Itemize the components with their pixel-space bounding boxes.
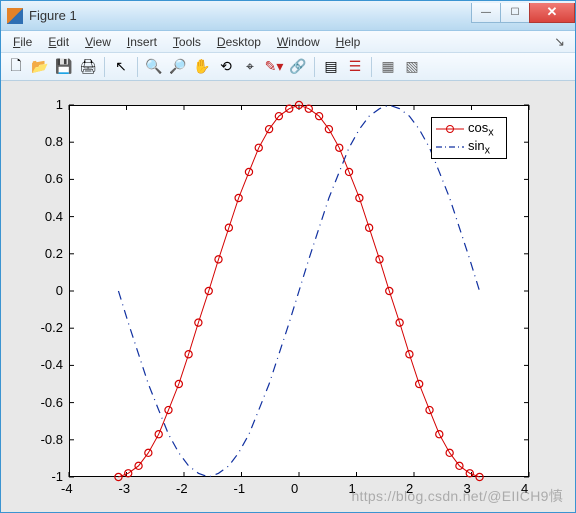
y-tick-label: 1 bbox=[56, 97, 63, 112]
plot-svg bbox=[69, 105, 529, 477]
print-icon[interactable]: 🖨 bbox=[77, 56, 99, 78]
x-tick-label: 2 bbox=[406, 481, 413, 496]
legend-label-sin: sinx bbox=[468, 138, 490, 157]
maximize-button[interactable]: ☐ bbox=[500, 3, 530, 23]
pan-icon[interactable]: ✋ bbox=[191, 56, 213, 78]
y-tick-label: 0 bbox=[56, 283, 63, 298]
minimize-button[interactable]: — bbox=[471, 3, 501, 23]
window-title: Figure 1 bbox=[29, 8, 472, 23]
x-tick-label: 3 bbox=[464, 481, 471, 496]
matlab-icon bbox=[7, 8, 23, 24]
legend-swatch-sin bbox=[436, 140, 464, 154]
menubar: File Edit View Insert Tools Desktop Wind… bbox=[1, 31, 575, 53]
y-tick-label: -0.4 bbox=[41, 357, 63, 372]
y-tick-label: -0.6 bbox=[41, 395, 63, 410]
x-tick-label: -2 bbox=[176, 481, 188, 496]
y-tick-label: 0.4 bbox=[45, 209, 63, 224]
titlebar[interactable]: Figure 1 — ☐ ✕ bbox=[1, 1, 575, 31]
legend-label-cos: cosx bbox=[468, 120, 494, 139]
menu-file[interactable]: File bbox=[5, 33, 40, 51]
new-figure-icon[interactable]: 🗋 bbox=[5, 56, 27, 78]
x-tick-label: 1 bbox=[349, 481, 356, 496]
toolbar: 🗋 📂 💾 🖨 ↖ 🔍 🔎 ✋ ⟲ ⌖ ✎▾ 🔗 ▤ ☰ ▦ ▧ bbox=[1, 53, 575, 81]
menu-edit[interactable]: Edit bbox=[40, 33, 77, 51]
zoom-in-icon[interactable]: 🔍 bbox=[143, 56, 165, 78]
legend[interactable]: cosx sinx bbox=[431, 117, 507, 159]
insert-legend-icon[interactable]: ☰ bbox=[344, 56, 366, 78]
y-tick-label: 0.6 bbox=[45, 171, 63, 186]
x-tick-label: 0 bbox=[291, 481, 298, 496]
y-tick-label: -1 bbox=[51, 469, 63, 484]
save-icon[interactable]: 💾 bbox=[53, 56, 75, 78]
x-tick-label: -3 bbox=[119, 481, 131, 496]
figure-area[interactable]: -4-3-2-101234-1-0.8-0.6-0.4-0.200.20.40.… bbox=[1, 81, 575, 512]
watermark: https://blog.csdn.net/@EIICH9慎 bbox=[351, 486, 563, 506]
menu-view[interactable]: View bbox=[77, 33, 119, 51]
y-tick-label: 0.2 bbox=[45, 246, 63, 261]
menu-tools[interactable]: Tools bbox=[165, 33, 209, 51]
data-cursor-icon[interactable]: ⌖ bbox=[239, 56, 261, 78]
legend-entry-cos[interactable]: cosx bbox=[436, 120, 502, 138]
close-button[interactable]: ✕ bbox=[529, 3, 575, 23]
brush-icon[interactable]: ✎▾ bbox=[263, 56, 285, 78]
zoom-out-icon[interactable]: 🔎 bbox=[167, 56, 189, 78]
window-buttons: — ☐ ✕ bbox=[472, 3, 575, 25]
menu-insert[interactable]: Insert bbox=[119, 33, 165, 51]
arrow-icon[interactable]: ↖ bbox=[110, 56, 132, 78]
legend-entry-sin[interactable]: sinx bbox=[436, 138, 502, 156]
y-tick-label: 0.8 bbox=[45, 134, 63, 149]
dock-icon[interactable]: ↘ bbox=[548, 34, 571, 50]
link-icon[interactable]: 🔗 bbox=[287, 56, 309, 78]
x-tick-label: 4 bbox=[521, 481, 528, 496]
menu-desktop[interactable]: Desktop bbox=[209, 33, 269, 51]
figure-window: Figure 1 — ☐ ✕ File Edit View Insert Too… bbox=[0, 0, 576, 513]
legend-swatch-cos bbox=[436, 122, 464, 136]
y-tick-label: -0.2 bbox=[41, 320, 63, 335]
x-tick-label: -1 bbox=[234, 481, 246, 496]
show-plot-tools-icon[interactable]: ▧ bbox=[401, 56, 423, 78]
menu-help[interactable]: Help bbox=[328, 33, 369, 51]
rotate-3d-icon[interactable]: ⟲ bbox=[215, 56, 237, 78]
hide-plot-tools-icon[interactable]: ▦ bbox=[377, 56, 399, 78]
menu-window[interactable]: Window bbox=[269, 33, 328, 51]
insert-colorbar-icon[interactable]: ▤ bbox=[320, 56, 342, 78]
y-tick-label: -0.8 bbox=[41, 432, 63, 447]
open-icon[interactable]: 📂 bbox=[29, 56, 51, 78]
